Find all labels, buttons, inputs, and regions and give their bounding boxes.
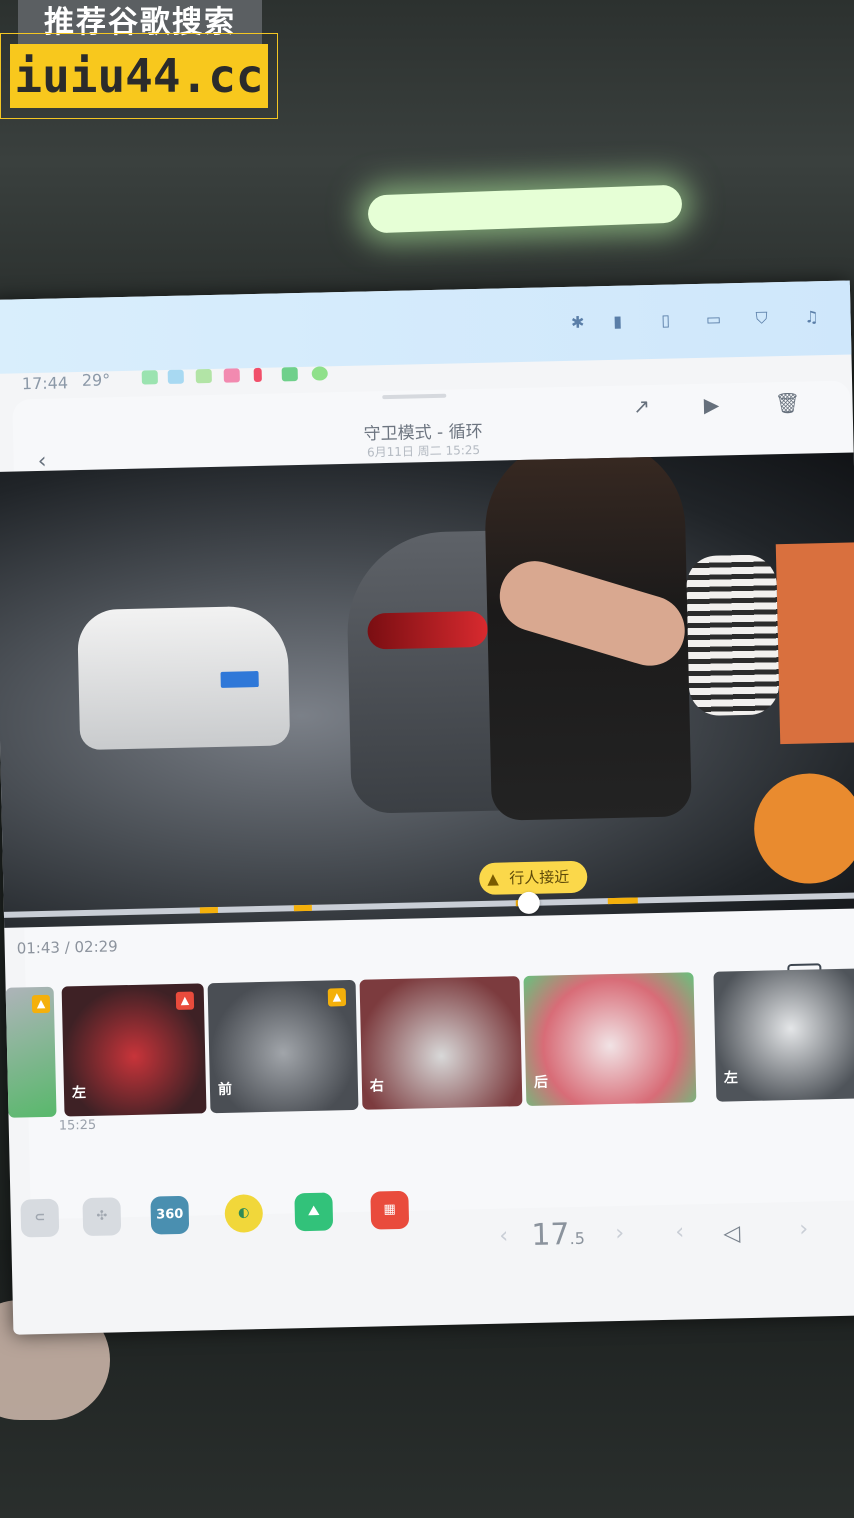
apps-grid-icon[interactable]: ▦ <box>370 1190 410 1230</box>
thumbnail-label: 左 <box>723 1070 739 1087</box>
thumbnail-label: 前 <box>217 1081 233 1099</box>
camera-thumbnail-left[interactable]: ▲ 左 <box>61 983 207 1117</box>
tail-light <box>367 610 488 650</box>
pedestrian-striped-shirt <box>685 554 780 717</box>
status-indicator-icon <box>253 367 262 383</box>
event-badge-icon: ▲ <box>327 988 347 1007</box>
event-marker[interactable] <box>607 897 638 905</box>
photos-app-icon[interactable]: ⛰ <box>294 1192 334 1232</box>
volume-increase-icon[interactable]: › <box>799 1217 808 1242</box>
temp-decrease-icon[interactable]: ‹ <box>499 1223 508 1248</box>
shield-icon: ⛉ <box>755 308 768 328</box>
event-marker[interactable] <box>293 904 312 912</box>
temp-increase-icon[interactable]: › <box>615 1221 624 1246</box>
video-timecode: 01:43 / 02:29 <box>16 937 118 958</box>
thumbnail-label: 左 <box>71 1085 87 1102</box>
car-screen: 17:44 29° ✱ ▮ ▯ ▭ ⛉ ♫ ‹ 守卫模式 - 循环 6月11日 … <box>0 280 854 1335</box>
phone-icon: ▯ <box>661 310 671 330</box>
status-time: 17:44 <box>21 373 69 394</box>
climate-icon[interactable]: ✣ <box>82 1197 122 1237</box>
status-temperature: 29° <box>81 370 111 390</box>
warning-icon: ▲ <box>487 869 500 888</box>
temperature-decimal: .5 <box>569 1228 586 1249</box>
bluetooth-icon: ✱ <box>570 312 585 332</box>
temperature-display: 17.5 <box>531 1217 585 1253</box>
delete-icon[interactable]: 🗑 <box>774 390 801 417</box>
share-icon[interactable]: ↗ <box>628 393 655 420</box>
video-player[interactable] <box>0 452 854 928</box>
alert-label: 行人接近 <box>509 868 570 888</box>
camera-thumbnail-front[interactable]: ▲ 前 <box>207 979 359 1114</box>
status-indicator-icon <box>311 366 328 381</box>
camera-thumbnail-left-2[interactable]: 左 <box>713 968 854 1102</box>
camera-icon: ▭ <box>705 309 722 329</box>
camera-thumbnail-rear[interactable]: 后 <box>523 972 697 1107</box>
thumbnail-label: 后 <box>533 1074 549 1091</box>
volume-decrease-icon[interactable]: ‹ <box>675 1219 684 1244</box>
status-indicator-icon <box>281 367 298 382</box>
orange-wall <box>775 542 854 745</box>
event-badge-icon: ▲ <box>175 991 195 1010</box>
thumbnail-label: 右 <box>369 1078 385 1095</box>
event-badge-icon: ▲ <box>31 994 51 1014</box>
camera-thumbnail-right[interactable]: 右 <box>359 976 523 1110</box>
status-indicator-icon <box>195 368 212 384</box>
temperature-value: 17 <box>530 1217 570 1253</box>
license-plate <box>220 671 259 688</box>
bell-icon: ♫ <box>804 307 819 327</box>
status-indicator-icon <box>223 368 240 383</box>
surround-view-360-icon[interactable]: 360 <box>150 1195 190 1235</box>
music-app-icon[interactable]: ◐ <box>224 1194 264 1233</box>
status-indicator-icon <box>141 370 158 385</box>
status-indicator-icon <box>167 369 184 384</box>
watermark-url: iuiu44.cc <box>10 44 268 108</box>
event-marker[interactable] <box>199 906 218 914</box>
signal-icon: ▮ <box>613 311 623 331</box>
camera-thumbnail[interactable]: ▲ <box>5 986 57 1118</box>
volume-icon[interactable]: ◁ <box>723 1221 740 1246</box>
seat-icon[interactable]: ⊂ <box>20 1198 60 1238</box>
orange-object <box>752 772 854 885</box>
thumbnail-timestamp: 15:25 <box>58 1117 97 1134</box>
export-video-icon[interactable]: ▶ <box>698 391 725 418</box>
pedestrian-alert-badge[interactable]: ▲ 行人接近 <box>478 860 588 896</box>
